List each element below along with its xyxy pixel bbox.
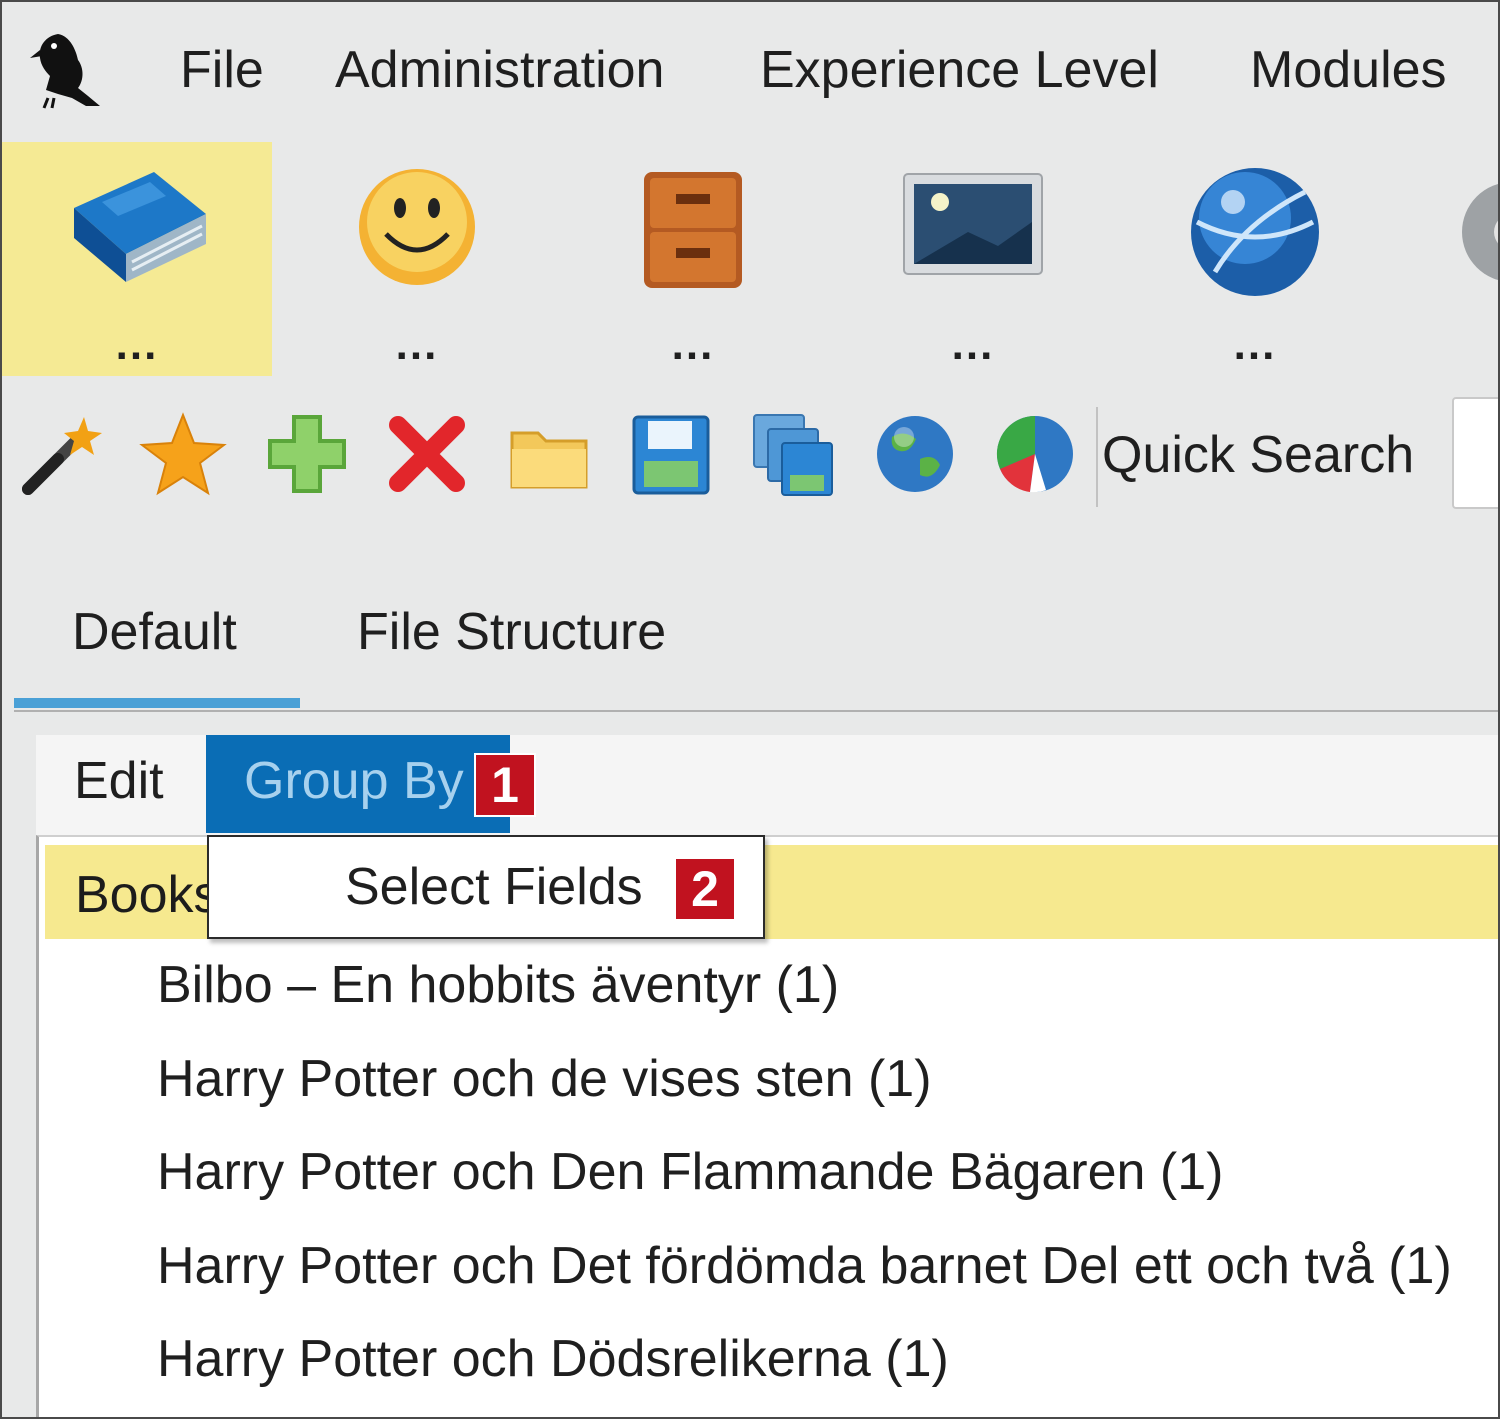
app-window: File Administration Experience Level Mod… bbox=[0, 0, 1500, 1419]
quick-search-label: Quick Search bbox=[1102, 426, 1415, 484]
picture-icon bbox=[903, 173, 1043, 275]
module-storage-label: ... bbox=[671, 320, 715, 369]
cabinet-icon bbox=[644, 172, 742, 288]
menu-file[interactable]: File bbox=[180, 38, 264, 102]
content-menu-edit[interactable]: Edit bbox=[74, 735, 164, 833]
add-icon[interactable] bbox=[262, 409, 352, 499]
folder-icon[interactable] bbox=[504, 409, 594, 499]
menu-modules[interactable]: Modules bbox=[1250, 38, 1447, 102]
module-toolbar: ... ... ... ... ... bbox=[2, 142, 1498, 377]
delete-icon[interactable] bbox=[382, 409, 472, 499]
tree-item[interactable]: Harry Potter och Det fördömda barnet Del… bbox=[157, 1234, 1452, 1298]
module-storage[interactable]: ... bbox=[558, 142, 828, 376]
module-books[interactable]: ... bbox=[2, 142, 272, 376]
module-internet-label: ... bbox=[1233, 320, 1277, 369]
content-menu-bar: Edit Group By 1 bbox=[36, 735, 1498, 835]
module-pictures-label: ... bbox=[951, 320, 995, 369]
tab-file-structure[interactable]: File Structure bbox=[357, 600, 666, 664]
group-by-dropdown: Select Fields 2 bbox=[207, 835, 765, 939]
action-toolbar: Quick Search bbox=[2, 397, 1498, 517]
quick-search-input[interactable] bbox=[1452, 397, 1498, 509]
chart-icon[interactable] bbox=[990, 409, 1080, 499]
tree-group-label: Books bbox=[75, 866, 220, 924]
menu-administration[interactable]: Administration bbox=[335, 38, 664, 102]
magic-wand-icon[interactable] bbox=[18, 409, 108, 499]
globe-icon bbox=[1191, 168, 1319, 296]
tree-item[interactable]: Harry Potter och Dödsrelikerna (1) bbox=[157, 1327, 949, 1391]
callout-badge-1: 1 bbox=[474, 753, 536, 817]
tree-item[interactable]: Harry Potter och de vises sten (1) bbox=[157, 1047, 932, 1111]
tab-default[interactable]: Default bbox=[72, 600, 237, 664]
save-icon[interactable] bbox=[626, 409, 716, 499]
module-internet[interactable]: ... bbox=[1120, 142, 1390, 376]
view-tabs: Default File Structure bbox=[14, 592, 1498, 712]
toolbar-separator bbox=[1096, 407, 1098, 507]
group-by-label: Group By bbox=[244, 752, 464, 810]
star-icon[interactable] bbox=[138, 409, 228, 499]
module-pictures[interactable]: ... bbox=[838, 142, 1108, 376]
menu-experience-level[interactable]: Experience Level bbox=[760, 38, 1159, 102]
module-books-label: ... bbox=[115, 320, 159, 369]
content-menu-group-by[interactable]: Group By bbox=[206, 735, 510, 833]
menu-bar: File Administration Experience Level Mod… bbox=[2, 2, 1498, 137]
tree-item[interactable]: Harry Potter och Den Flammande Bägaren (… bbox=[157, 1140, 1223, 1204]
module-more[interactable] bbox=[1442, 142, 1498, 376]
cd-icon bbox=[1462, 184, 1498, 280]
earth-icon[interactable] bbox=[870, 409, 960, 499]
callout-badge-2: 2 bbox=[674, 857, 736, 921]
raven-logo-icon bbox=[30, 34, 100, 109]
book-icon bbox=[74, 172, 206, 282]
module-people-label: ... bbox=[395, 320, 439, 369]
save-copy-icon[interactable] bbox=[748, 409, 838, 499]
menu-item-select-fields[interactable]: Select Fields bbox=[345, 855, 643, 919]
active-tab-indicator bbox=[14, 698, 300, 708]
smiley-icon bbox=[359, 169, 475, 285]
module-people[interactable]: ... bbox=[282, 142, 552, 376]
tree-item[interactable]: Bilbo – En hobbits äventyr (1) bbox=[157, 953, 839, 1017]
